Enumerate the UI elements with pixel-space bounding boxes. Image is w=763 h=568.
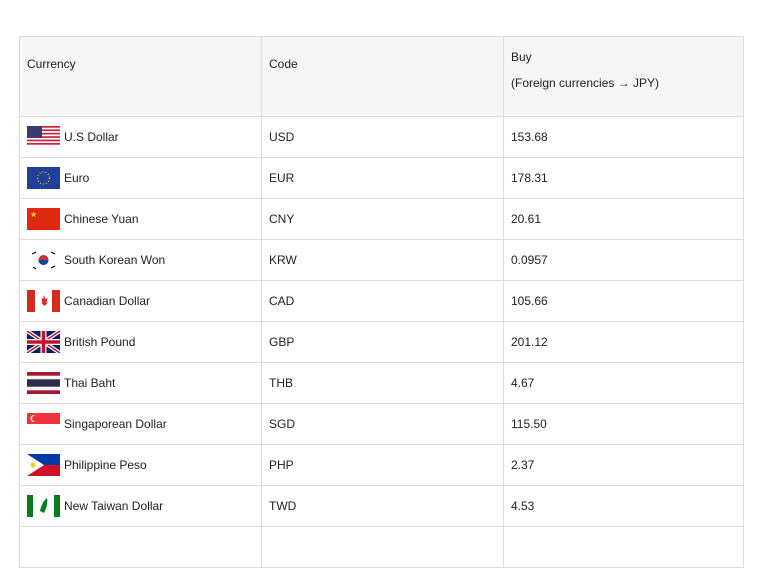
- currency-name: Euro: [64, 171, 90, 185]
- currency-row: Philippine Peso PHP 2.37: [19, 444, 744, 486]
- currency-code: USD: [261, 116, 504, 158]
- buy-rate: 201.12: [503, 321, 744, 363]
- currency-cell: ★ Chinese Yuan: [19, 198, 262, 240]
- currency-code: CNY: [261, 198, 504, 240]
- currency-name: Singaporean Dollar: [64, 417, 167, 431]
- currency-cell: British Pound: [19, 321, 262, 363]
- currency-code: THB: [261, 362, 504, 404]
- buy-rate: 4.53: [503, 485, 744, 527]
- currency-cell: Thai Baht: [19, 362, 262, 404]
- buy-rate: 178.31: [503, 157, 744, 199]
- ph-flag-icon: [27, 454, 60, 476]
- currency-cell: Philippine Peso: [19, 444, 262, 486]
- gb-flag-icon: [25, 329, 62, 355]
- kr-flag-icon: [27, 249, 60, 271]
- currency-cell: South Korean Won: [19, 239, 262, 281]
- header-buy-note: (Foreign currencies → JPY): [511, 76, 660, 90]
- svg-text:★: ★: [30, 210, 37, 219]
- buy-rate: 20.61: [503, 198, 744, 240]
- table-row-partial: [19, 526, 744, 568]
- currency-row: Singaporean Dollar SGD 115.50: [19, 403, 744, 445]
- currency-name: Philippine Peso: [64, 458, 147, 472]
- currency-code: EUR: [261, 157, 504, 199]
- empty-cell: [503, 526, 744, 568]
- buy-rate: 0.0957: [503, 239, 744, 281]
- currency-name: South Korean Won: [64, 253, 166, 267]
- currency-code: CAD: [261, 280, 504, 322]
- currency-row: New Taiwan Dollar TWD 4.53: [19, 485, 744, 527]
- header-currency: Currency: [19, 36, 262, 117]
- currency-cell: Canadian Dollar: [19, 280, 262, 322]
- eu-flag-icon: [27, 167, 60, 189]
- buy-rate: 153.68: [503, 116, 744, 158]
- header-code: Code: [261, 36, 504, 117]
- buy-rate: 105.66: [503, 280, 744, 322]
- currency-code: GBP: [261, 321, 504, 363]
- us-flag-icon: [27, 126, 60, 148]
- currency-cell: Singaporean Dollar: [19, 403, 262, 445]
- buy-rate: 115.50: [503, 403, 744, 445]
- currency-row: South Korean Won KRW 0.0957: [19, 239, 744, 281]
- exchange-rate-table: Currency Code Buy (Foreign currencies → J…: [19, 36, 744, 568]
- tw-flag-icon: [27, 495, 60, 517]
- currency-name: Chinese Yuan: [64, 212, 139, 226]
- buy-rate: 4.67: [503, 362, 744, 404]
- currency-code: SGD: [261, 403, 504, 445]
- currency-row: U.S Dollar USD 153.68: [19, 116, 744, 158]
- ca-flag-icon: [27, 290, 60, 312]
- empty-cell: [261, 526, 504, 568]
- sg-flag-icon: [27, 413, 60, 435]
- currency-name: Canadian Dollar: [64, 294, 151, 308]
- buy-rate: 2.37: [503, 444, 744, 486]
- currency-code: PHP: [261, 444, 504, 486]
- header-buy-label: Buy: [511, 50, 532, 64]
- currency-row: British Pound GBP 201.12: [19, 321, 744, 363]
- currency-name: U.S Dollar: [64, 130, 119, 144]
- currency-code: TWD: [261, 485, 504, 527]
- th-flag-icon: [27, 372, 60, 394]
- empty-cell: [19, 526, 262, 568]
- currency-row: Thai Baht THB 4.67: [19, 362, 744, 404]
- currency-name: British Pound: [64, 335, 136, 349]
- currency-name: New Taiwan Dollar: [64, 499, 164, 513]
- currency-cell: New Taiwan Dollar: [19, 485, 262, 527]
- currency-name: Thai Baht: [64, 376, 116, 390]
- currency-cell: Euro: [19, 157, 262, 199]
- currency-row: Euro EUR 178.31: [19, 157, 744, 199]
- currency-row: Canadian Dollar CAD 105.66: [19, 280, 744, 322]
- currency-code: KRW: [261, 239, 504, 281]
- cn-flag-icon: ★: [27, 208, 60, 230]
- currency-cell: U.S Dollar: [19, 116, 262, 158]
- currency-row: ★ Chinese Yuan CNY 20.61: [19, 198, 744, 240]
- header-buy: Buy (Foreign currencies → JPY): [503, 36, 744, 117]
